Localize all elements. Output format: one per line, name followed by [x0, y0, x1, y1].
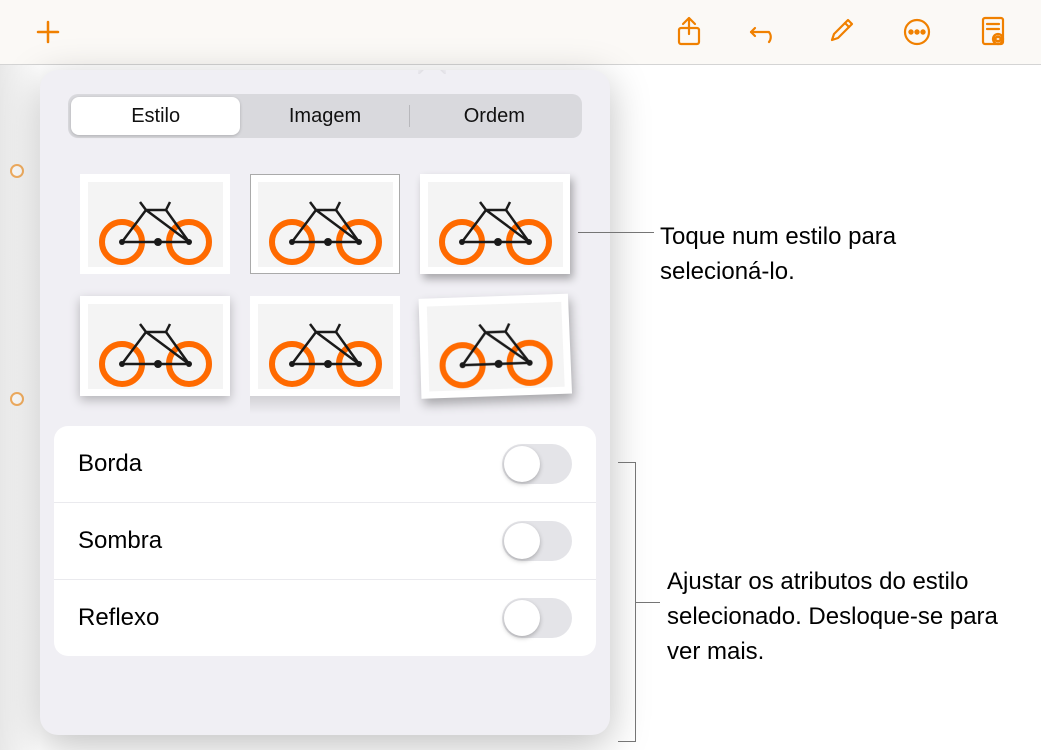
bike-thumbnail [88, 304, 223, 389]
switch-knob [504, 523, 540, 559]
reflection-label: Reflexo [78, 604, 159, 632]
callout-line [578, 232, 654, 233]
style-preset-1[interactable] [80, 174, 230, 274]
border-toggle[interactable] [502, 444, 572, 484]
bike-thumbnail [428, 182, 563, 267]
style-controls-list: Borda Sombra Reflexo [54, 426, 596, 656]
share-button[interactable] [661, 12, 717, 52]
format-brush-button[interactable] [813, 12, 869, 52]
styles-grid [40, 154, 610, 426]
callout-tap-style: Toque num estilo para selecioná-lo. [660, 220, 940, 290]
bike-thumbnail [258, 304, 393, 389]
tab-style[interactable]: Estilo [71, 97, 240, 135]
popover-arrow [418, 70, 446, 74]
style-preset-4[interactable] [80, 296, 230, 396]
style-preset-5[interactable] [250, 296, 400, 396]
border-row: Borda [54, 426, 596, 503]
add-button[interactable] [20, 12, 76, 52]
format-popover: Estilo Imagem Ordem [40, 70, 610, 735]
reflection-toggle[interactable] [502, 598, 572, 638]
style-preset-3[interactable] [420, 174, 570, 274]
callout-adjust-attributes: Ajustar os atributos do estilo seleciona… [667, 565, 1007, 669]
bike-thumbnail [88, 182, 223, 267]
border-label: Borda [78, 450, 142, 478]
style-preset-6[interactable] [419, 294, 572, 399]
segmented-control: Estilo Imagem Ordem [68, 94, 582, 138]
tab-image[interactable]: Imagem [240, 97, 409, 135]
style-preset-2[interactable] [250, 174, 400, 274]
selection-handle[interactable] [10, 164, 24, 178]
bike-thumbnail [258, 182, 393, 267]
reflection-row: Reflexo [54, 580, 596, 656]
callout-bracket-stem [636, 602, 660, 603]
bike-thumbnail [426, 301, 564, 391]
selection-handle[interactable] [10, 392, 24, 406]
background-selection-hint [0, 170, 35, 400]
toolbar [0, 0, 1041, 65]
tab-order[interactable]: Ordem [410, 97, 579, 135]
switch-knob [504, 446, 540, 482]
shadow-label: Sombra [78, 527, 162, 555]
more-button[interactable] [889, 12, 945, 52]
callout-bracket [618, 462, 636, 742]
shadow-toggle[interactable] [502, 521, 572, 561]
shadow-row: Sombra [54, 503, 596, 580]
switch-knob [504, 600, 540, 636]
document-view-button[interactable] [965, 12, 1021, 52]
undo-button[interactable] [737, 12, 793, 52]
